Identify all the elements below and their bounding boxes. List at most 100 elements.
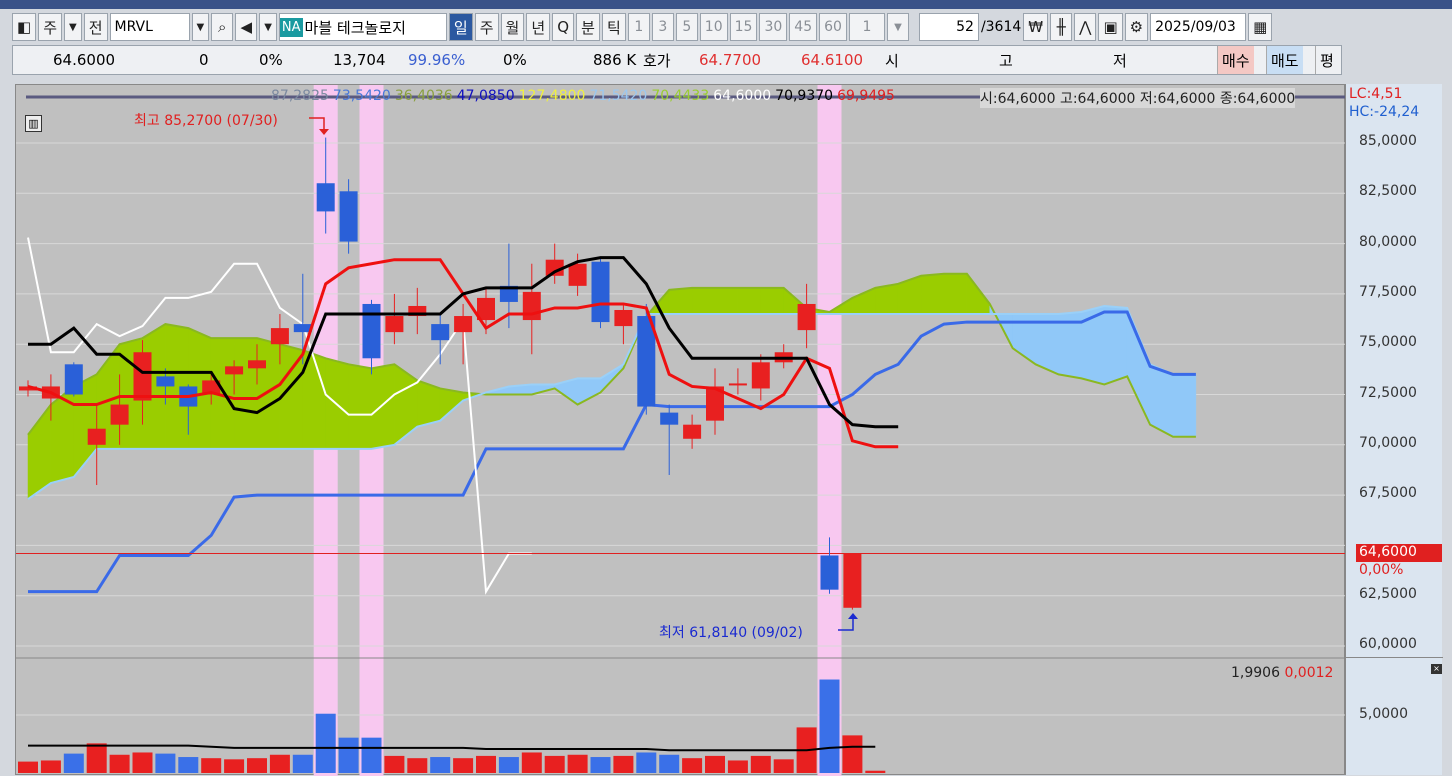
volume-ma-line xyxy=(28,744,876,752)
currency-icon[interactable]: ₩ xyxy=(1023,13,1049,41)
volume-bar xyxy=(40,760,61,773)
volume-bar xyxy=(498,757,519,773)
buy-button[interactable]: 매수 xyxy=(1217,46,1254,74)
legend-value: 87,2825 xyxy=(271,88,329,104)
volume-bar xyxy=(636,752,657,773)
gear-icon[interactable]: ⚙ xyxy=(1124,13,1149,41)
volume-axis-label: 5,0000 xyxy=(1359,706,1408,722)
period-tick[interactable]: 틱 xyxy=(601,13,626,41)
save-icon[interactable]: ▣ xyxy=(1098,13,1123,41)
low-label: 저 xyxy=(1113,51,1127,70)
ohlc-readout: 시:64,6000 고:64,6000 저:64,6000 종:64,6000 xyxy=(980,88,1296,108)
table-icon[interactable]: ▥ xyxy=(25,115,42,132)
cloud-segment xyxy=(1172,374,1197,438)
cloud-segment xyxy=(1126,307,1151,425)
period-quarter[interactable]: Q xyxy=(552,13,575,41)
volume-bar xyxy=(682,758,703,773)
volume-readout: 1,9906 0,0012 xyxy=(1231,665,1333,681)
volume-bar xyxy=(18,761,38,773)
candle-body xyxy=(522,291,541,321)
minute-5[interactable]: 5 xyxy=(675,13,698,41)
volume-bar xyxy=(86,743,107,773)
period-minute[interactable]: 분 xyxy=(576,13,600,41)
legend-value: 36,4036 xyxy=(394,88,453,104)
volume-bar xyxy=(567,754,588,773)
minute-10[interactable]: 10 xyxy=(699,13,728,41)
change: 0 xyxy=(199,51,209,69)
type-dropdown-icon[interactable]: ▼ xyxy=(64,13,82,41)
candle-body xyxy=(385,316,404,333)
all-button[interactable]: 전 xyxy=(83,13,108,41)
symbol-dropdown-icon[interactable]: ▼ xyxy=(191,13,210,41)
price-axis-label: 62,5000 xyxy=(1359,585,1417,602)
candle-add-icon[interactable]: ╫ xyxy=(1050,13,1073,41)
volume-value: 1,9906 xyxy=(1231,665,1280,681)
indicator-legend: 87,2825 73,5420 36,4036 47,0850 127,4800 71,5… xyxy=(271,88,895,104)
date-input[interactable]: 2025/09/03 xyxy=(1150,13,1247,41)
cloud-segment xyxy=(691,287,716,315)
candle-body xyxy=(87,428,106,445)
legend-value: 70,9370 xyxy=(775,88,834,104)
legend-value: 127,4800 xyxy=(518,88,586,104)
volume-bar xyxy=(407,758,428,773)
volume-change: 0,0012 xyxy=(1284,665,1334,681)
volume-bar xyxy=(819,679,840,773)
period-month[interactable]: 월 xyxy=(500,13,525,41)
sell-button[interactable]: 매도 xyxy=(1266,46,1303,74)
price-axis-label: 77,5000 xyxy=(1359,283,1417,300)
price-axis-label: 82,5000 xyxy=(1359,183,1417,200)
toolbar: ◧ 주 ▼ 전 MRVL ▼ ⌕ ◀ ▼ NA 마블 테크놀로지 일 주 월 년… xyxy=(12,12,1273,42)
low-annotation: 최저 61,8140 (09/02) xyxy=(659,625,803,641)
volume-bar xyxy=(247,758,267,773)
minute-60[interactable]: 60 xyxy=(819,13,847,41)
minute-15[interactable]: 15 xyxy=(729,13,758,41)
cloud-segment xyxy=(371,364,395,450)
period-week[interactable]: 주 xyxy=(474,13,499,41)
type-select[interactable]: 주 xyxy=(38,13,62,41)
candle-body xyxy=(316,183,335,212)
cloud-segment xyxy=(394,363,418,446)
type-label: 주 xyxy=(43,18,57,37)
price-axis-label: 67,5000 xyxy=(1359,485,1417,502)
minute-30[interactable]: 30 xyxy=(759,13,788,41)
page-total: /3614 xyxy=(980,19,1022,35)
high-annotation: 최고 85,2700 (07/30) xyxy=(134,113,278,129)
panel-toggle-icon[interactable]: ◧ xyxy=(12,13,37,41)
cloud-segment xyxy=(852,287,876,315)
speaker-icon[interactable]: ◀ xyxy=(235,13,258,41)
count-input[interactable]: 1 xyxy=(848,13,885,41)
candle-body xyxy=(454,316,473,333)
line-add-icon[interactable]: ⋀ xyxy=(1074,13,1097,41)
stock-name-field: NA 마블 테크놀로지 xyxy=(278,13,447,41)
volume-bar xyxy=(476,755,496,773)
legend-value: 71,5420 xyxy=(589,88,648,104)
cloud-segment xyxy=(760,287,784,315)
chart-area[interactable]: ▥ 87,2825 73,5420 36,4036 47,0850 127,4800 71… xyxy=(15,84,1346,776)
avg-button[interactable]: 평 xyxy=(1315,46,1338,74)
price-axis-label: 85,0000 xyxy=(1359,133,1417,149)
calendar-icon[interactable]: ▦ xyxy=(1248,13,1273,41)
page-input[interactable]: 52 xyxy=(918,13,979,41)
cloud-segment xyxy=(737,287,762,315)
count-dropdown-icon[interactable]: ▼ xyxy=(886,13,909,41)
candle-body xyxy=(683,424,702,439)
period-day[interactable]: 일 xyxy=(448,13,473,41)
price-axis-label: 72,5000 xyxy=(1359,384,1417,401)
pane-close-icon[interactable]: × xyxy=(1431,664,1442,674)
cloud-segment xyxy=(875,283,899,315)
volume-bar xyxy=(338,737,359,773)
volume-bar xyxy=(384,755,405,773)
hoga-label: 호가 xyxy=(643,51,671,70)
speaker-dropdown-icon[interactable]: ▼ xyxy=(259,13,277,41)
lc-readout: LC:4,51 xyxy=(1349,86,1403,102)
period-year[interactable]: 년 xyxy=(526,13,551,41)
cloud-segment xyxy=(348,364,372,450)
search-icon[interactable]: ⌕ xyxy=(211,13,234,41)
symbol-input[interactable]: MRVL xyxy=(109,13,190,41)
price-chart xyxy=(16,85,1346,776)
minute-45[interactable]: 45 xyxy=(789,13,818,41)
minute-1[interactable]: 1 xyxy=(627,13,650,41)
minute-3[interactable]: 3 xyxy=(651,13,674,41)
volume-bar xyxy=(63,753,84,773)
candle-body xyxy=(820,555,839,590)
